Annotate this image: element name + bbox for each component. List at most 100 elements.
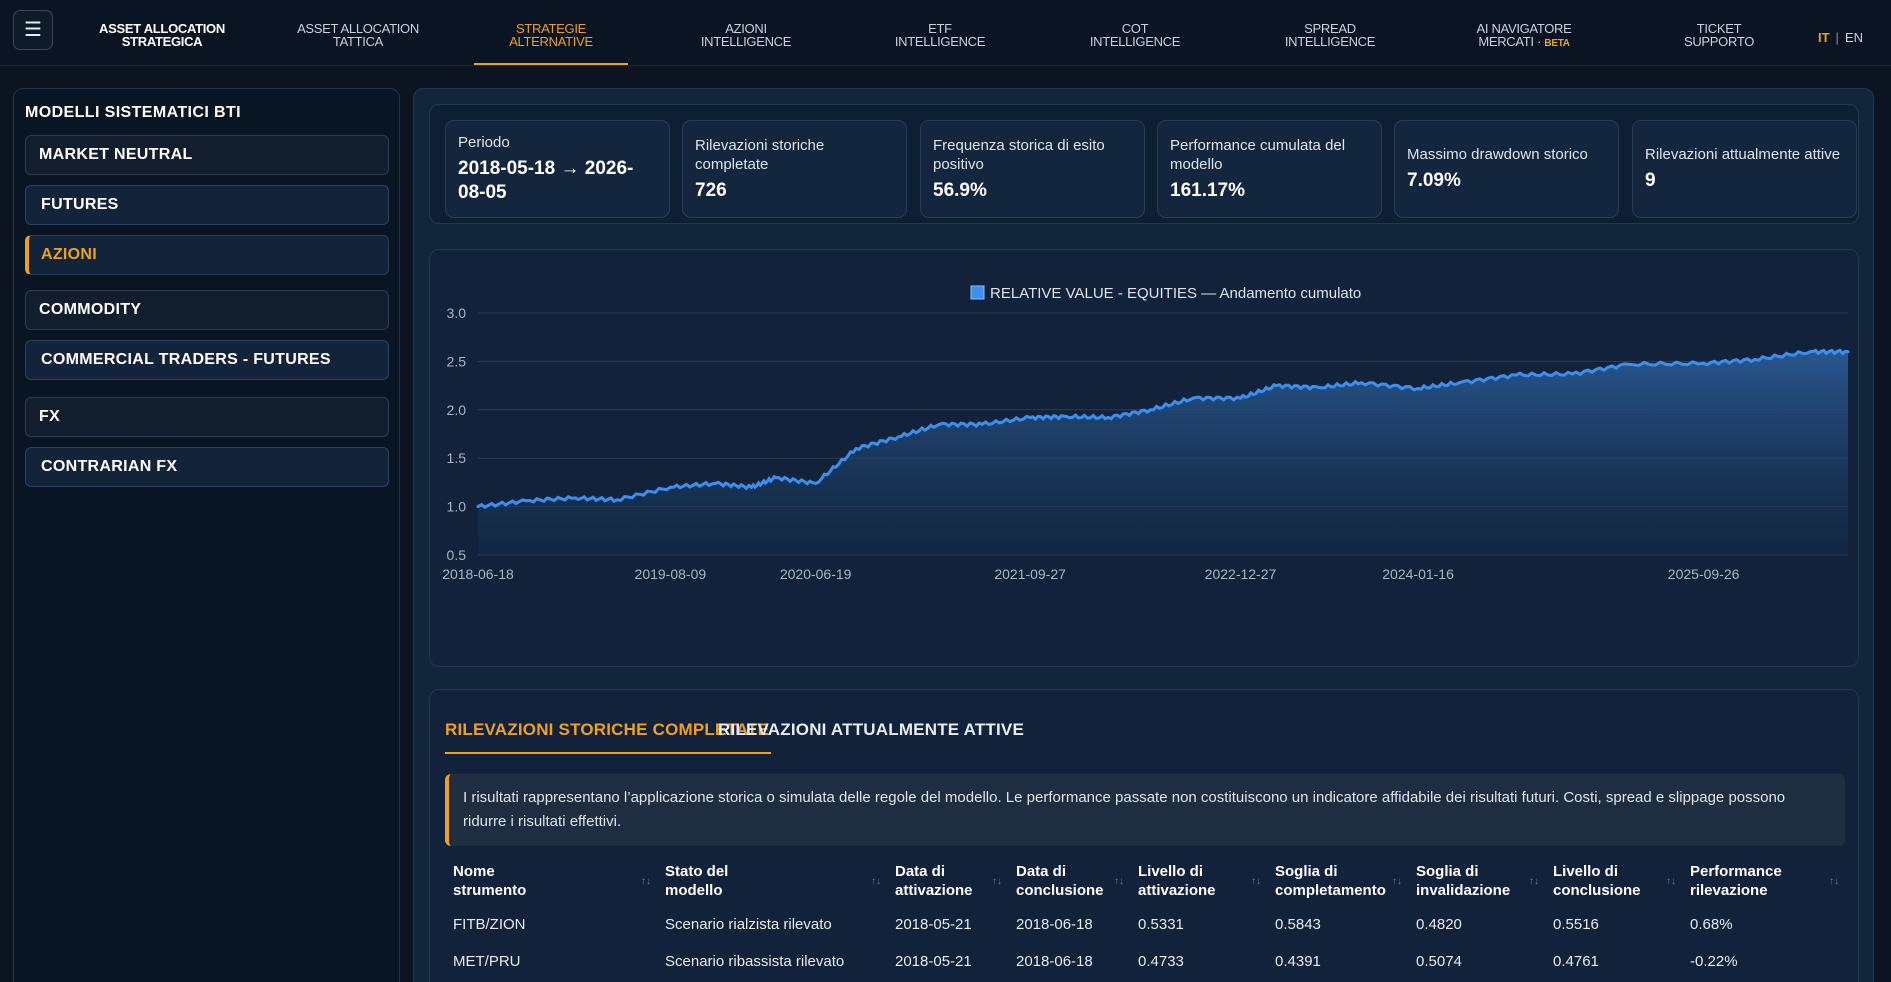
col-header-soglia-invalidazione[interactable]: Soglia di invalidazione ↑↓ [1408, 858, 1545, 906]
history-table-panel: RILEVAZIONI STORICHE COMPLETATE RILEVAZI… [429, 689, 1859, 982]
sort-icon[interactable]: ↑↓ [1114, 872, 1124, 891]
sort-icon[interactable]: ↑↓ [1666, 872, 1676, 891]
sort-icon[interactable]: ↑↓ [1529, 872, 1539, 891]
stat-label: Periodo [458, 134, 510, 151]
cell-data-attivazione: 2018-05-21 [895, 953, 972, 970]
nav-cot-intelligence[interactable]: COT INTELLIGENCE [1075, 22, 1195, 66]
stats-panel: Periodo 2018-05-18 → 2026-08-05 Rilevazi… [429, 104, 1859, 224]
sidebar-item-futures[interactable]: FUTURES [25, 185, 389, 225]
beta-badge: BETA [1544, 38, 1570, 49]
chart-data-point [896, 435, 900, 439]
sort-icon[interactable]: ↑↓ [1392, 872, 1402, 891]
col-header-nome-strumento[interactable]: Nome strumento ↑↓ [445, 858, 657, 906]
hamburger-menu-icon[interactable]: ☰ [13, 10, 53, 50]
stat-label: Rilevazioni attualmente attive [1645, 146, 1841, 163]
nav-label-line2: TATTICA [332, 34, 384, 49]
nav-ticket-supporto[interactable]: TICKET SUPPORTO [1659, 22, 1779, 66]
sort-icon[interactable]: ↑↓ [871, 872, 881, 891]
chart-data-point [1626, 362, 1630, 366]
y-tick-label: 2.5 [447, 353, 467, 369]
chart-data-point [1028, 416, 1032, 419]
nav-label-line2: STRATEGICA [121, 34, 203, 49]
cell-soglia-completamento: 0.4391 [1275, 953, 1321, 970]
header-line1: Soglia di [1275, 863, 1338, 880]
cell-soglia-invalidazione: 0.5074 [1416, 953, 1462, 970]
nav-spread-intelligence[interactable]: SPREAD INTELLIGENCE [1270, 22, 1390, 66]
stat-value: 7.09% [1407, 170, 1461, 191]
chart-data-point [1191, 396, 1195, 400]
chart-data-point [1106, 416, 1110, 419]
lang-en-link[interactable]: EN [1845, 30, 1863, 45]
header-line2: conclusione [1016, 882, 1104, 899]
sidebar-item-commercial-traders-futures[interactable]: COMMERCIAL TRADERS - FUTURES [25, 340, 389, 380]
col-header-livello-conclusione[interactable]: Livello di conclusione ↑↓ [1545, 858, 1682, 906]
sidebar-item-market-neutral[interactable]: MARKET NEUTRAL [25, 135, 389, 175]
x-tick-label: 2025-09-26 [1668, 566, 1740, 582]
sidebar-title: MODELLI SISTEMATICI BTI [25, 104, 242, 121]
stat-label: Frequenza storica di esito positivo [933, 136, 1105, 173]
col-header-livello-attivazione[interactable]: Livello di attivazione ↑↓ [1130, 858, 1267, 906]
chart-data-point [524, 499, 528, 503]
chart-data-point [1065, 415, 1069, 419]
nav-strategie-alternative[interactable]: STRATEGIE ALTERNATIVE [474, 22, 628, 66]
x-tick-label: 2018-06-18 [442, 566, 514, 582]
col-header-data-conclusione[interactable]: Data di conclusione ↑↓ [1008, 858, 1130, 906]
col-header-performance-rilevazione[interactable]: Performance rilevazione ↑↓ [1682, 858, 1845, 906]
stat-card-rilevazioni-completate: Rilevazioni storiche completate 726 [682, 120, 907, 218]
nav-asset-allocation-tattica[interactable]: ASSET ALLOCATION TATTICA [288, 22, 428, 66]
cell-data-conclusione: 2018-06-18 [1016, 953, 1093, 970]
cell-soglia-completamento: 0.5843 [1275, 916, 1321, 933]
tab-rilevazioni-attive[interactable]: RILEVAZIONI ATTUALMENTE ATTIVE [718, 720, 1024, 752]
nav-label-line2: MERCATI · BETA [1478, 34, 1570, 49]
chart-data-point [1359, 381, 1363, 385]
sort-icon[interactable]: ↑↓ [992, 872, 1002, 891]
sidebar-item-azioni[interactable]: AZIONI [25, 235, 389, 275]
nav-azioni-intelligence[interactable]: AZIONI INTELLIGENCE [686, 22, 806, 66]
lang-it-link[interactable]: IT [1818, 30, 1830, 45]
chart-data-point [1458, 381, 1462, 385]
sort-icon[interactable]: ↑↓ [1829, 872, 1839, 891]
stat-card-periodo: Periodo 2018-05-18 → 2026-08-05 [445, 120, 670, 218]
header-line1: Data di [895, 863, 946, 880]
col-header-stato-modello[interactable]: Stato del modello ↑↓ [657, 858, 887, 906]
table-row[interactable]: MET/PRU Scenario ribassista rilevato 201… [445, 943, 1845, 980]
sidebar-item-commodity[interactable]: COMMODITY [25, 290, 389, 330]
stat-card-massimo-drawdown: Massimo drawdown storico 7.09% [1394, 120, 1619, 218]
sidebar-item-fx[interactable]: FX [25, 397, 389, 437]
sort-icon[interactable]: ↑↓ [641, 872, 651, 891]
nav-label-line2: INTELLIGENCE [1284, 34, 1376, 49]
cell-livello-attivazione: 0.4733 [1138, 953, 1184, 970]
chart-data-point [476, 505, 480, 509]
col-header-soglia-completamento[interactable]: Soglia di completamento ↑↓ [1267, 858, 1408, 906]
sidebar-item-contrarian-fx[interactable]: CONTRARIAN FX [25, 447, 389, 487]
header-line1: Livello di [1553, 863, 1619, 880]
cell-performance: 0.68% [1690, 916, 1733, 933]
chart-data-point [1702, 361, 1706, 365]
chart-data-point [1570, 372, 1574, 376]
nav-label-line2: INTELLIGENCE [1089, 34, 1181, 49]
nav-asset-allocation-strategica[interactable]: ASSET ALLOCATION STRATEGICA [92, 22, 232, 66]
stat-value: 9 [1645, 170, 1656, 191]
y-tick-label: 1.0 [447, 499, 467, 515]
chart-data-point [980, 422, 984, 426]
cell-data-attivazione: 2018-05-21 [895, 916, 972, 933]
sort-icon[interactable]: ↑↓ [1251, 872, 1261, 891]
chart-data-point [814, 481, 818, 485]
chart-data-point [1514, 373, 1518, 377]
y-tick-label: 3.0 [447, 305, 467, 321]
stat-label: Massimo drawdown storico [1407, 146, 1588, 163]
chart-data-point [750, 485, 753, 489]
nav-ai-navigatore-mercati[interactable]: AI NAVIGATORE MERCATI · BETA [1464, 22, 1584, 66]
cell-data-conclusione: 2018-06-18 [1016, 916, 1093, 933]
header-line1: Soglia di [1416, 863, 1479, 880]
chart-data-point [1275, 384, 1278, 388]
top-navigation: ☰ ASSET ALLOCATION STRATEGICA ASSET ALLO… [0, 0, 1891, 66]
col-header-data-attivazione[interactable]: Data di attivazione ↑↓ [887, 858, 1008, 906]
nav-etf-intelligence[interactable]: ETF INTELLIGENCE [880, 22, 1000, 66]
header-line2: rilevazione [1690, 882, 1768, 899]
sidebar: MODELLI SISTEMATICI BTI MARKET NEUTRAL F… [13, 88, 400, 982]
header-line2: strumento [453, 882, 527, 899]
chart-legend[interactable]: RELATIVE VALUE - EQUITIES — Andamento cu… [970, 285, 1361, 302]
table-row[interactable]: FITB/ZION Scenario rialzista rilevato 20… [445, 906, 1845, 943]
header-line1: Livello di [1138, 863, 1204, 880]
